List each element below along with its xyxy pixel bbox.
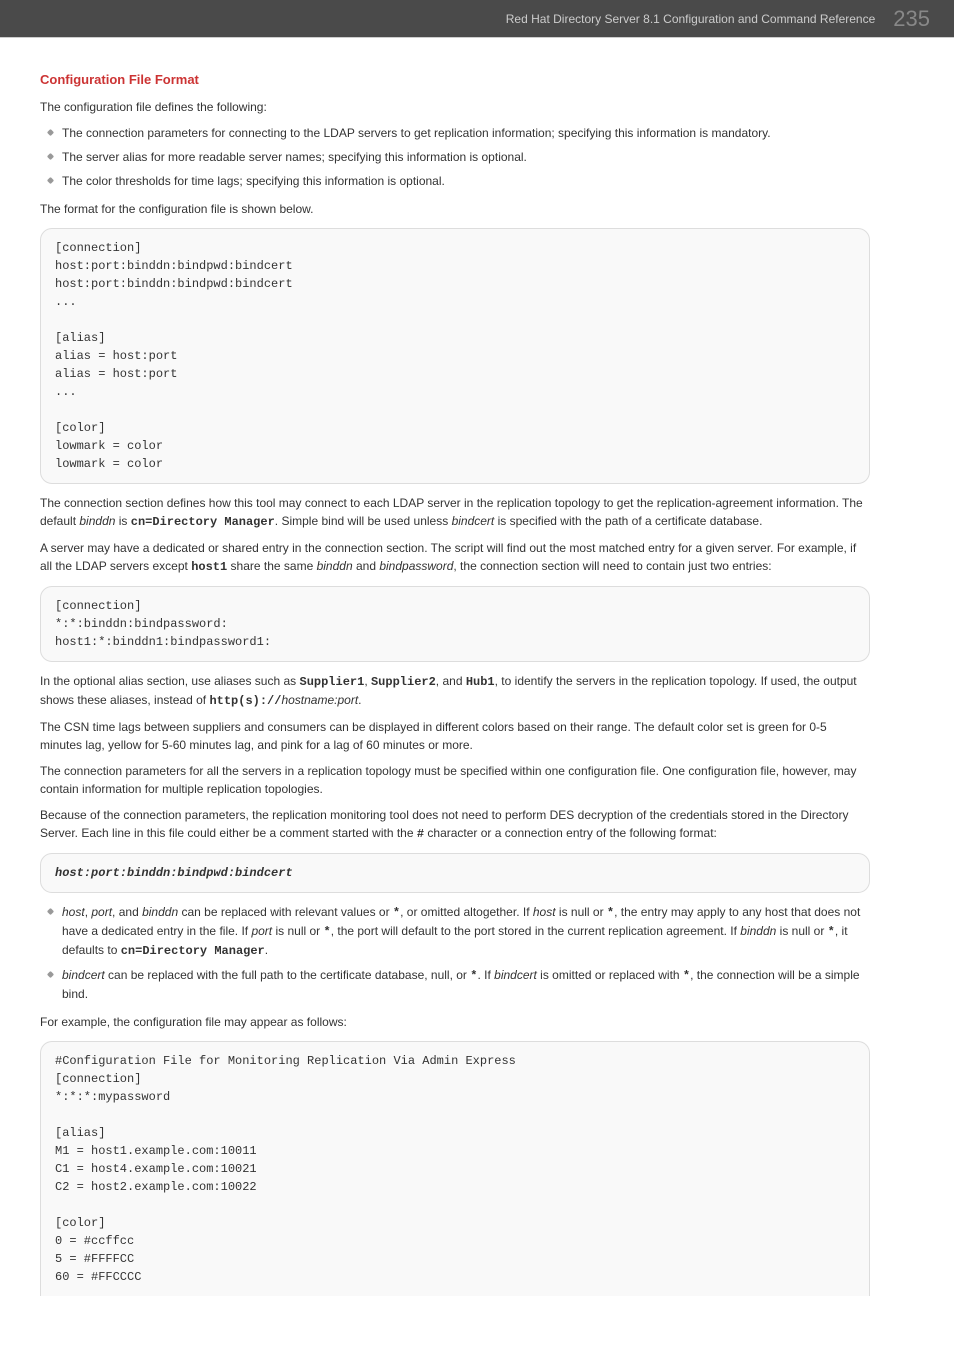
list-item: The color thresholds for time lags; spec…	[40, 172, 870, 190]
page-content: Configuration File Format The configurat…	[0, 38, 910, 1346]
para-csn: The CSN time lags between suppliers and …	[40, 718, 870, 754]
list-item: The connection parameters for connecting…	[40, 124, 870, 142]
para-multi: The connection parameters for all the se…	[40, 762, 870, 798]
page-header: Red Hat Directory Server 8.1 Configurati…	[0, 0, 954, 38]
list-item: The server alias for more readable serve…	[40, 148, 870, 166]
code-hostline: host:port:binddn:bindpwd:bindcert	[40, 853, 870, 893]
para-connection-1: The connection section defines how this …	[40, 494, 870, 531]
list-item: host, port, and binddn can be replaced w…	[40, 903, 870, 960]
code-conn2: [connection] *:*:binddn:bindpassword: ho…	[40, 586, 870, 662]
format-lead: The format for the configuration file is…	[40, 200, 870, 218]
page-number: 235	[893, 2, 930, 35]
hostline-notes: host, port, and binddn can be replaced w…	[40, 903, 870, 1003]
intro-text: The configuration file defines the follo…	[40, 98, 870, 116]
code-format: [connection] host:port:binddn:bindpwd:bi…	[40, 228, 870, 484]
para-example: For example, the configuration file may …	[40, 1013, 870, 1031]
code-example: #Configuration File for Monitoring Repli…	[40, 1041, 870, 1296]
para-connection-2: A server may have a dedicated or shared …	[40, 539, 870, 576]
doc-title: Red Hat Directory Server 8.1 Configurati…	[506, 10, 876, 28]
section-heading: Configuration File Format	[40, 70, 870, 90]
para-des: Because of the connection parameters, th…	[40, 806, 870, 843]
para-alias: In the optional alias section, use alias…	[40, 672, 870, 710]
list-item: bindcert can be replaced with the full p…	[40, 966, 870, 1003]
defines-list: The connection parameters for connecting…	[40, 124, 870, 190]
